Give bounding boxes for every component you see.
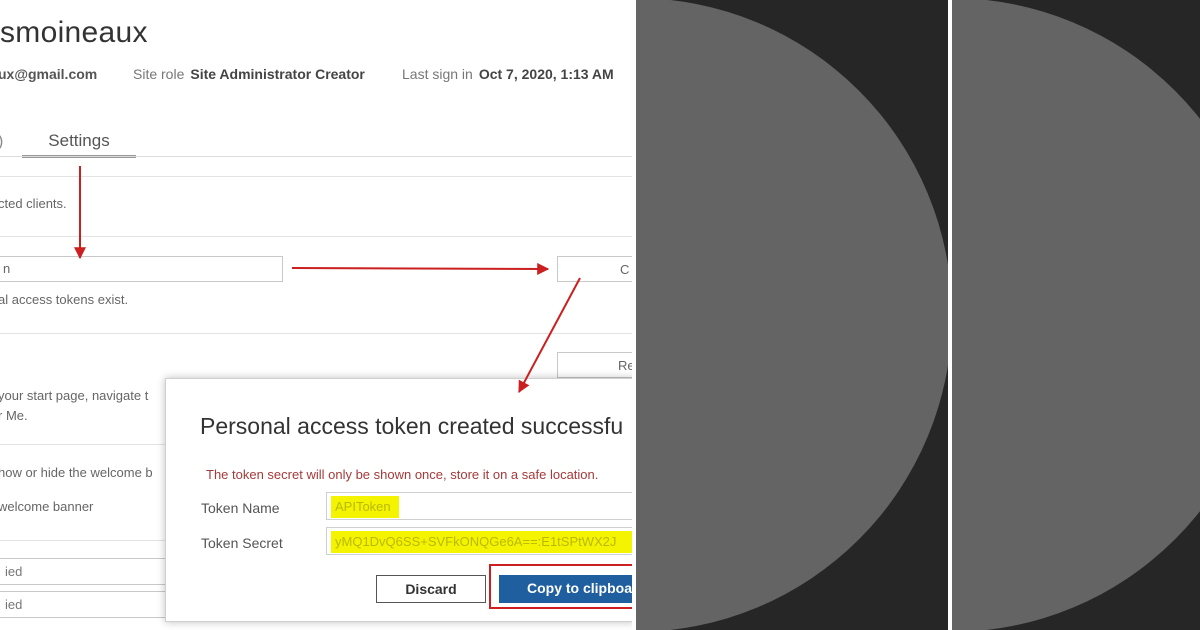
tab-underline [0,156,632,157]
tab-settings[interactable]: Settings [22,131,136,158]
section-divider [0,176,632,177]
last-sign-in: Last sign in Oct 7, 2020, 1:13 AM [402,66,614,82]
token-name-value: APIToken [331,496,399,518]
create-token-button[interactable]: C [557,256,632,282]
screenshot-panel: smoineaux ux@gmail.com Site role Site Adm… [0,0,632,630]
copy-to-clipboard-button[interactable]: Copy to clipboa [499,575,632,603]
token-name-field[interactable]: APIToken [326,492,632,520]
user-display-name: smoineaux [0,16,148,49]
token-name-input[interactable]: n [0,256,283,282]
last-sign-in-value: Oct 7, 2020, 1:13 AM [478,66,614,82]
list-item[interactable]: ied [0,558,168,585]
access-token-description: cted clients. [0,196,67,211]
dialog-warning: The token secret will only be shown once… [206,467,599,482]
half-circle-shape [636,0,948,630]
decor-panel-2 [952,0,1200,630]
site-role-value: Site Administrator Creator [190,66,365,82]
token-secret-value: yMQ1DvQ6SS+SVFkONQGe6A==:E1tSPtWX2J [331,531,632,553]
section-divider [0,333,632,334]
discard-button[interactable]: Discard [376,575,486,603]
welcome-banner-description: how or hide the welcome b [0,465,153,480]
start-page-description-line1: your start page, navigate t [0,388,149,403]
start-page-description-line2: r Me. [0,408,28,423]
token-secret-field[interactable]: yMQ1DvQ6SS+SVFkONQGe6A==:E1tSPtWX2J [326,527,632,555]
welcome-banner-option[interactable]: welcome banner [0,499,93,514]
tab-previous[interactable]: ) [0,133,3,151]
token-secret-label: Token Secret [201,535,283,551]
reset-start-page-button[interactable]: Re [557,352,632,378]
half-circle-shape [952,0,1200,630]
list-item[interactable]: ied [0,591,168,618]
decor-panel-1 [636,0,948,630]
token-created-dialog: Personal access token created successfu … [165,378,632,622]
last-sign-in-label: Last sign in [402,66,473,82]
site-role: Site role Site Administrator Creator [133,66,365,82]
token-status-text: al access tokens exist. [0,292,129,307]
site-role-label: Site role [133,66,185,82]
dialog-title: Personal access token created successfu [200,413,624,439]
arrow-input-to-create [291,262,550,275]
token-name-label: Token Name [201,500,280,516]
user-email: ux@gmail.com [0,66,98,82]
section-divider [0,236,632,237]
